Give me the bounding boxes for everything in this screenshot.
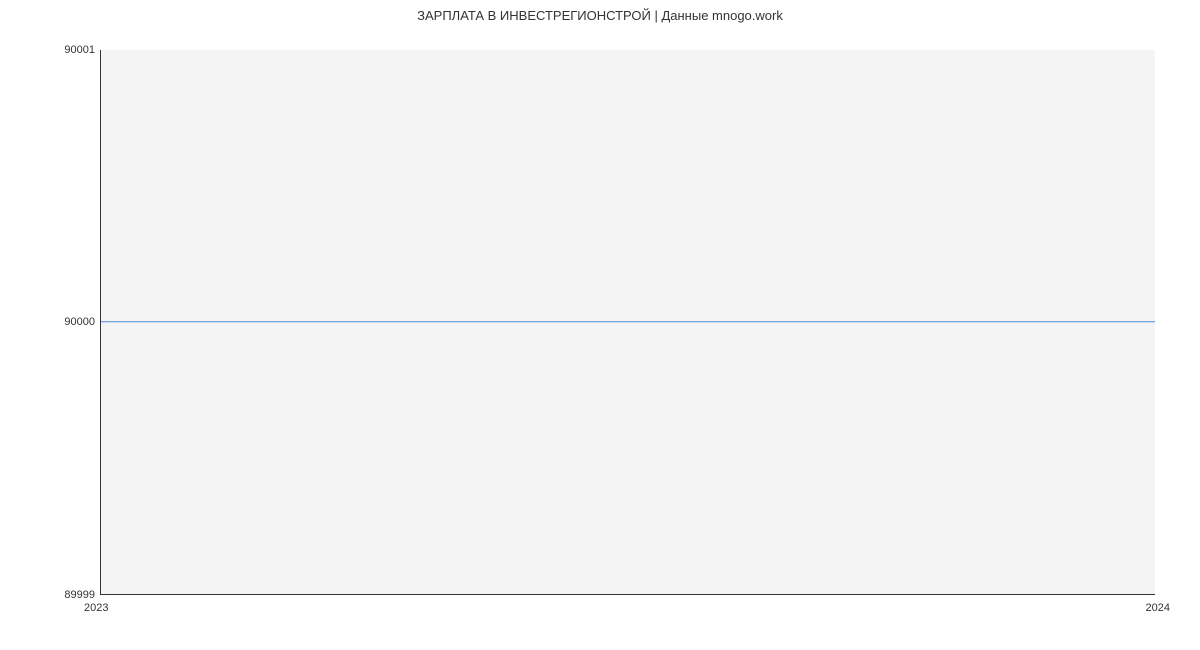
plot-area — [100, 50, 1155, 595]
y-axis-tick-label: 89999 — [64, 589, 95, 601]
chart-title: ЗАРПЛАТА В ИНВЕСТРЕГИОНСТРОЙ | Данные mn… — [0, 8, 1200, 23]
x-axis-tick-label: 2023 — [84, 602, 108, 614]
series-line — [101, 321, 1155, 322]
x-axis-tick-label: 2024 — [1146, 602, 1170, 614]
y-axis-tick-label: 90000 — [64, 316, 95, 328]
y-axis-tick-label: 90001 — [64, 44, 95, 56]
